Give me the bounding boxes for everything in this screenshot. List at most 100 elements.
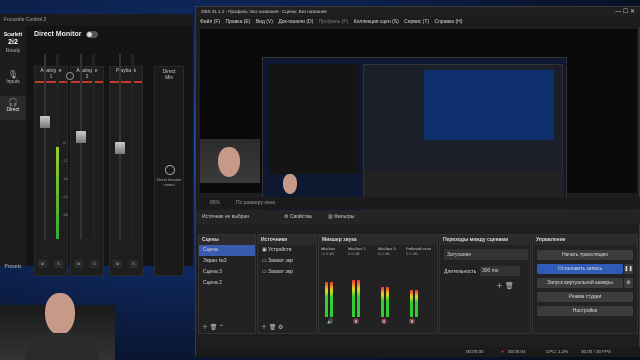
monitor-knob-icon[interactable] <box>165 165 175 175</box>
source-item[interactable]: ▣ Устройств <box>258 245 316 256</box>
obs-preview[interactable] <box>200 29 637 217</box>
channel-color-bar <box>71 81 103 83</box>
scene-item[interactable]: Сцена 2 <box>199 278 255 289</box>
channel-color-bar <box>35 81 67 83</box>
menu-profile[interactable]: Профиль (P) <box>319 17 349 27</box>
solo-button[interactable]: S <box>54 260 63 268</box>
menu-tools[interactable]: Сервис (T) <box>404 17 429 27</box>
mixer-db: -1.9 dB <box>321 251 334 256</box>
menu-edit[interactable]: Правка (E) <box>225 17 250 27</box>
pause-recording-button[interactable]: ❚❚ <box>624 264 633 274</box>
webcam-overlay <box>0 285 115 360</box>
nested-obs <box>363 64 564 212</box>
mute-icon[interactable]: 🔊 <box>327 319 333 325</box>
fader-knob-playback[interactable] <box>115 142 125 154</box>
device-status: Ready <box>5 48 21 54</box>
start-streaming-button[interactable]: Начать трансляцию <box>537 250 633 260</box>
gear-icon[interactable]: ⚙ <box>278 325 283 331</box>
mute-icon[interactable]: 🔇 <box>353 319 359 325</box>
mute-button[interactable]: M <box>113 260 122 268</box>
fit-mode[interactable]: По размеру окна <box>236 200 275 206</box>
meter-scale: -6 -12 -18 -24 -36 <box>62 140 68 217</box>
add-icon[interactable]: ＋ <box>261 325 267 331</box>
add-icon[interactable]: ＋ <box>496 283 503 290</box>
scene-item[interactable]: Экран №2 <box>199 256 255 267</box>
gear-icon: ⚙ <box>626 280 631 286</box>
mute-button[interactable]: M <box>74 260 83 268</box>
add-icon[interactable]: ＋ <box>202 325 208 331</box>
virtual-camera-settings-button[interactable]: ⚙ <box>624 278 633 288</box>
mixer-title: Микшер звука <box>319 235 437 245</box>
fps-readout: 30.00 / 30 FPS <box>581 349 612 354</box>
trash-icon[interactable]: 🗑 <box>210 325 218 331</box>
solo-button[interactable]: S <box>90 260 99 268</box>
source-item[interactable]: ▭ Захват экр <box>258 267 316 278</box>
fader-track <box>80 54 82 239</box>
menu-docks[interactable]: Док-панели (D) <box>278 17 313 27</box>
scene-item[interactable]: Сцена 3 <box>199 267 255 278</box>
person-face <box>45 293 75 335</box>
controls-dock: Управление Начать трансляцию Остановить … <box>532 234 638 334</box>
device-model: 2i2 <box>8 39 18 46</box>
stop-recording-button[interactable]: Остановить запись <box>537 264 623 274</box>
mute-icon[interactable]: 🔇 <box>381 319 387 325</box>
mixer-meter <box>330 257 333 317</box>
preview-webcam <box>200 139 260 183</box>
start-virtual-camera-button[interactable]: Запуск виртуальной камеры <box>537 278 623 288</box>
mixer-meter <box>386 257 389 317</box>
studio-mode-button[interactable]: Режим студии <box>537 292 633 302</box>
scene-item[interactable]: Сцена <box>199 245 255 256</box>
scenes-title: Сцены <box>199 235 255 245</box>
headphones-icon: 🎧 <box>8 98 18 107</box>
cpu-usage: CPU: 1.2% <box>546 349 569 354</box>
mute-icon[interactable]: 🔇 <box>409 319 415 325</box>
transitions-title: Переходы между сценами <box>440 235 530 245</box>
no-source-label: Источник не выбран <box>202 214 250 220</box>
transition-toolbar: ＋ 🗑 <box>496 281 514 291</box>
scenes-dock: Сцены Сцена Экран №2 Сцена 3 Сцена 2 ＋ 🗑… <box>198 234 256 334</box>
zoom-level[interactable]: 85% <box>210 200 220 206</box>
filters-button[interactable]: ▥ Фильтры <box>328 214 355 220</box>
chevron-up-icon[interactable]: ⌃ <box>219 325 224 331</box>
channel-label: Analogue 2 <box>76 68 98 80</box>
menu-file[interactable]: Файл (F) <box>200 17 220 27</box>
obs-status-bar: 00:00:00 ● 00:05:04 CPU: 1.2% 30.00 / 30… <box>196 347 640 357</box>
mixer-meter <box>352 257 355 317</box>
stream-time: 00:00:00 <box>466 349 484 354</box>
focusrite-sidebar: Scarlett 2i2 Ready 🎙 Inputs 🎧 Direct Pre… <box>0 26 26 270</box>
fader-knob-analogue-2[interactable] <box>76 131 86 143</box>
audio-mixer-dock: Микшер звука Mic/Aux Mic/Aux 2 Mic/Aux 3… <box>318 234 438 334</box>
channel-color-bar <box>110 81 142 83</box>
direct-monitor-title: Direct Monitor <box>34 31 82 38</box>
nav-direct[interactable]: 🎧 Direct <box>0 96 26 120</box>
mixer-db: 0.0 dB <box>378 251 390 256</box>
duration-input[interactable]: 300 ms <box>480 266 520 276</box>
sources-dock: Источники ▣ Устройств ▭ Захват экр ▭ Зах… <box>257 234 317 334</box>
nav-presets[interactable]: Presets <box>0 264 26 270</box>
mixer-meter <box>410 257 413 317</box>
sources-title: Источники <box>258 235 316 245</box>
trash-icon[interactable]: 🗑 <box>505 283 514 290</box>
source-toolbar: ＋ 🗑 ⚙ <box>261 322 283 331</box>
channel-label: Analogue 1 <box>40 68 62 80</box>
trash-icon[interactable]: 🗑 <box>269 325 277 331</box>
nav-inputs[interactable]: 🎙 Inputs <box>0 70 26 85</box>
pan-knob[interactable] <box>66 72 74 80</box>
menu-scene-collection[interactable]: Коллекция сцен (S) <box>354 17 399 27</box>
menu-view[interactable]: Вид (V) <box>256 17 273 27</box>
transition-select[interactable]: Затухание <box>444 249 528 260</box>
direct-monitor-toggle[interactable] <box>86 31 98 38</box>
source-item[interactable]: ▭ Захват экр <box>258 256 316 267</box>
microphone-icon: 🎙 <box>7 70 19 79</box>
fader-knob-analogue-1[interactable] <box>40 116 50 128</box>
properties-button[interactable]: ⚙ Свойства <box>284 214 312 220</box>
mute-button[interactable]: M <box>38 260 47 268</box>
mixer-meter <box>325 257 328 317</box>
preview-screen-capture <box>262 57 567 217</box>
menu-help[interactable]: Справка (H) <box>434 17 462 27</box>
solo-button[interactable]: S <box>129 260 138 268</box>
window-controls[interactable]: — ☐ ✕ <box>615 8 635 15</box>
level-meter-analogue-2 <box>92 54 95 239</box>
channel-label: Playback <box>115 68 137 74</box>
settings-button[interactable]: Настройки <box>537 306 633 316</box>
